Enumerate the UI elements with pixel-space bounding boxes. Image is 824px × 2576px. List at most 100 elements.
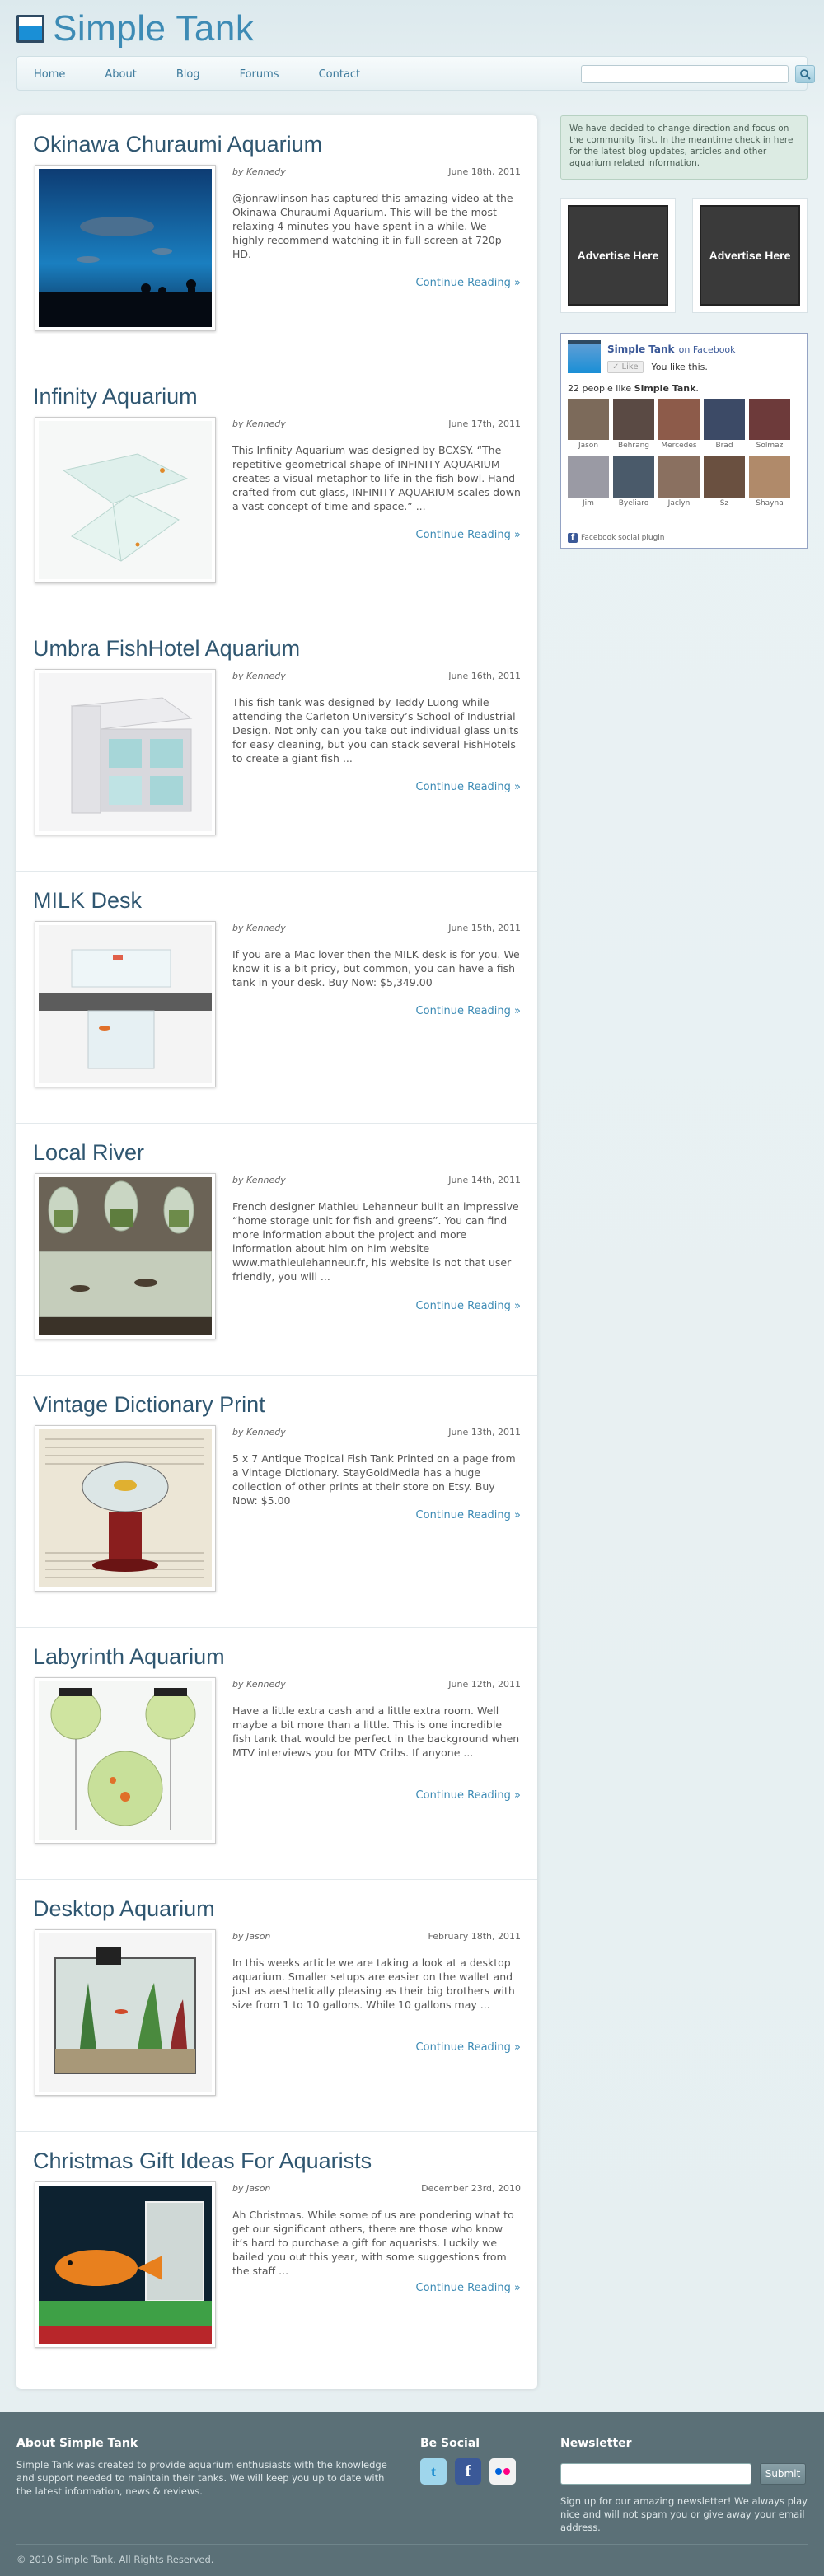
copyright-text: © 2010 Simple Tank. All Rights Reserved. (16, 2554, 214, 2565)
post-thumbnail[interactable] (35, 2181, 216, 2348)
nav-blog[interactable]: Blog (176, 68, 200, 81)
nav-forums[interactable]: Forums (240, 68, 279, 81)
post-author: by Kennedy (232, 166, 286, 177)
fan-avatar (613, 456, 654, 498)
fan-avatar (613, 399, 654, 440)
post-excerpt: French designer Mathieu Lehanneur built … (232, 1200, 519, 1283)
fb-fan[interactable]: Jim (568, 456, 609, 507)
continue-reading-link[interactable]: Continue Reading » (416, 2041, 521, 2054)
search-input[interactable] (581, 65, 789, 83)
post-thumbnail[interactable] (35, 417, 216, 583)
flickr-icon[interactable] (489, 2458, 516, 2485)
fb-fan[interactable]: Brad (704, 399, 745, 450)
desktop-aquarium-photo (39, 1933, 212, 2092)
post-item: Local River by Kennedy June 14th, 2011 F… (16, 1124, 537, 1376)
post-title[interactable]: Umbra FishHotel Aquarium (33, 636, 300, 662)
post-title[interactable]: Christmas Gift Ideas For Aquarists (33, 2148, 372, 2174)
continue-reading-link[interactable]: Continue Reading » (416, 1300, 521, 1312)
search-button[interactable] (795, 65, 815, 83)
twitter-icon[interactable]: t (420, 2458, 447, 2485)
footer-divider (16, 2544, 808, 2545)
post-thumbnail[interactable] (35, 1677, 216, 1844)
fb-fan[interactable]: Mercedes (658, 399, 700, 450)
milk-desk-photo (39, 925, 212, 1083)
post-thumbnail[interactable] (35, 1425, 216, 1592)
continue-reading-link[interactable]: Continue Reading » (416, 529, 521, 541)
fb-on-text[interactable]: on Facebook (679, 344, 736, 355)
nav-contact[interactable]: Contact (319, 68, 361, 81)
post-item: Infinity Aquarium by Kennedy June 17th, … (16, 367, 537, 619)
continue-reading-link[interactable]: Continue Reading » (416, 1509, 521, 1522)
fb-like-status: You like this. (651, 362, 708, 372)
post-item: Christmas Gift Ideas For Aquarists by Ja… (16, 2132, 537, 2384)
fan-avatar (568, 399, 609, 440)
post-list: Okinawa Churaumi Aquarium by Kennedy Jun… (16, 115, 537, 2389)
post-thumbnail[interactable] (35, 1173, 216, 1339)
post-excerpt: This fish tank was designed by Teddy Luo… (232, 696, 519, 764)
fb-page-name[interactable]: Simple Tank (607, 344, 675, 355)
fishhotel-photo (39, 673, 212, 831)
post-author: by Kennedy (232, 671, 286, 681)
facebook-like-box: Simple Tank on Facebook ✓ Like You like … (560, 333, 808, 549)
fb-fan[interactable]: Solmaz (749, 399, 790, 450)
post-thumbnail[interactable] (35, 921, 216, 1087)
post-date: December 23rd, 2010 (421, 2183, 521, 2194)
ad-slot-1[interactable]: Advertise Here (560, 198, 676, 313)
continue-reading-link[interactable]: Continue Reading » (416, 1789, 521, 1802)
announcement-notice: We have decided to change direction and … (560, 115, 808, 180)
continue-reading-link[interactable]: Continue Reading » (416, 2282, 521, 2294)
site-header: Simple Tank Home About Blog Forums Conta… (0, 0, 824, 115)
newsletter-email-input[interactable] (560, 2463, 751, 2485)
page-thumbnail-icon[interactable] (568, 340, 601, 373)
post-excerpt: Have a little extra cash and a little ex… (232, 1704, 520, 1759)
newsletter-submit-button[interactable]: Submit (760, 2463, 806, 2485)
post-title[interactable]: Vintage Dictionary Print (33, 1392, 265, 1418)
ad-slot-2[interactable]: Advertise Here (692, 198, 808, 313)
fb-fan[interactable]: Byeliaro (613, 456, 654, 507)
post-item: Labyrinth Aquarium by Kennedy June 12th,… (16, 1628, 537, 1880)
fan-name: Byeliaro (618, 499, 649, 507)
facebook-icon[interactable]: f (455, 2458, 481, 2485)
nav-about[interactable]: About (105, 68, 136, 81)
post-thumbnail[interactable] (35, 669, 216, 835)
site-logo[interactable]: Simple Tank (16, 8, 254, 49)
post-item: Vintage Dictionary Print by Kennedy June… (16, 1376, 537, 1628)
fb-social-plugin-label[interactable]: f Facebook social plugin (568, 533, 665, 543)
post-thumbnail[interactable] (35, 1929, 216, 2096)
fan-name: Brad (715, 442, 733, 450)
continue-reading-link[interactable]: Continue Reading » (416, 1005, 521, 1017)
post-item: Desktop Aquarium by Jason February 18th,… (16, 1880, 537, 2132)
post-title[interactable]: Desktop Aquarium (33, 1896, 215, 1922)
fan-name: Mercedes (661, 442, 697, 450)
fb-like-button[interactable]: ✓ Like (607, 361, 644, 373)
footer-about-title: About Simple Tank (16, 2437, 138, 2450)
search-icon (800, 69, 811, 80)
post-date: June 14th, 2011 (448, 1175, 521, 1185)
dictionary-print-photo (39, 1429, 212, 1587)
post-author: by Jason (232, 1931, 271, 1942)
continue-reading-link[interactable]: Continue Reading » (416, 277, 521, 289)
post-excerpt: If you are a Mac lover then the MILK des… (232, 948, 520, 989)
fb-fan[interactable]: Sz (704, 456, 745, 507)
advertise-here-label: Advertise Here (568, 205, 668, 306)
fb-fan[interactable]: Jaclyn (658, 456, 700, 507)
footer-social-title: Be Social (420, 2437, 480, 2450)
post-title[interactable]: Labyrinth Aquarium (33, 1644, 225, 1670)
nav-home[interactable]: Home (34, 68, 65, 81)
post-title[interactable]: Infinity Aquarium (33, 384, 198, 409)
continue-reading-link[interactable]: Continue Reading » (416, 781, 521, 793)
fb-fan[interactable]: Shayna (749, 456, 790, 507)
fan-avatar (749, 456, 790, 498)
post-date: June 13th, 2011 (448, 1427, 521, 1438)
fb-like-count: 22 people like Simple Tank. (568, 383, 699, 394)
local-river-photo (38, 1177, 213, 1335)
fb-fan[interactable]: Behrang (613, 399, 654, 450)
fan-avatar (568, 456, 609, 498)
facebook-icon: f (568, 533, 578, 543)
post-title[interactable]: Local River (33, 1140, 144, 1166)
post-title[interactable]: Okinawa Churaumi Aquarium (33, 132, 322, 157)
post-title[interactable]: MILK Desk (33, 888, 142, 914)
fb-fan[interactable]: Jason (568, 399, 609, 450)
post-thumbnail[interactable] (35, 165, 216, 331)
infinity-aquarium-photo (39, 421, 212, 579)
